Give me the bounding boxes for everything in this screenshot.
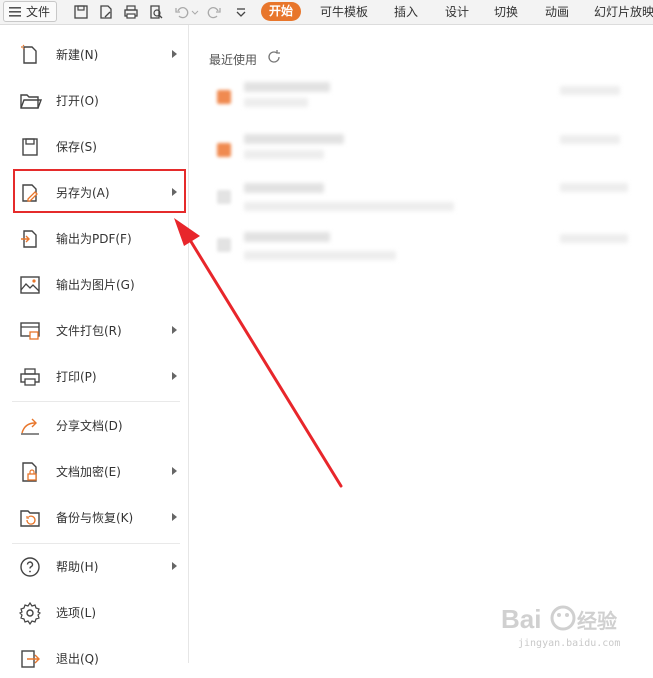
svg-text:Bai: Bai [501, 604, 541, 634]
svg-text:经验: 经验 [577, 609, 617, 633]
watermark-url: jingyan.baidu.com [518, 638, 621, 649]
annotation-arrow [174, 218, 343, 488]
baidu-jingyan-logo: Bai 经验 [501, 604, 617, 634]
